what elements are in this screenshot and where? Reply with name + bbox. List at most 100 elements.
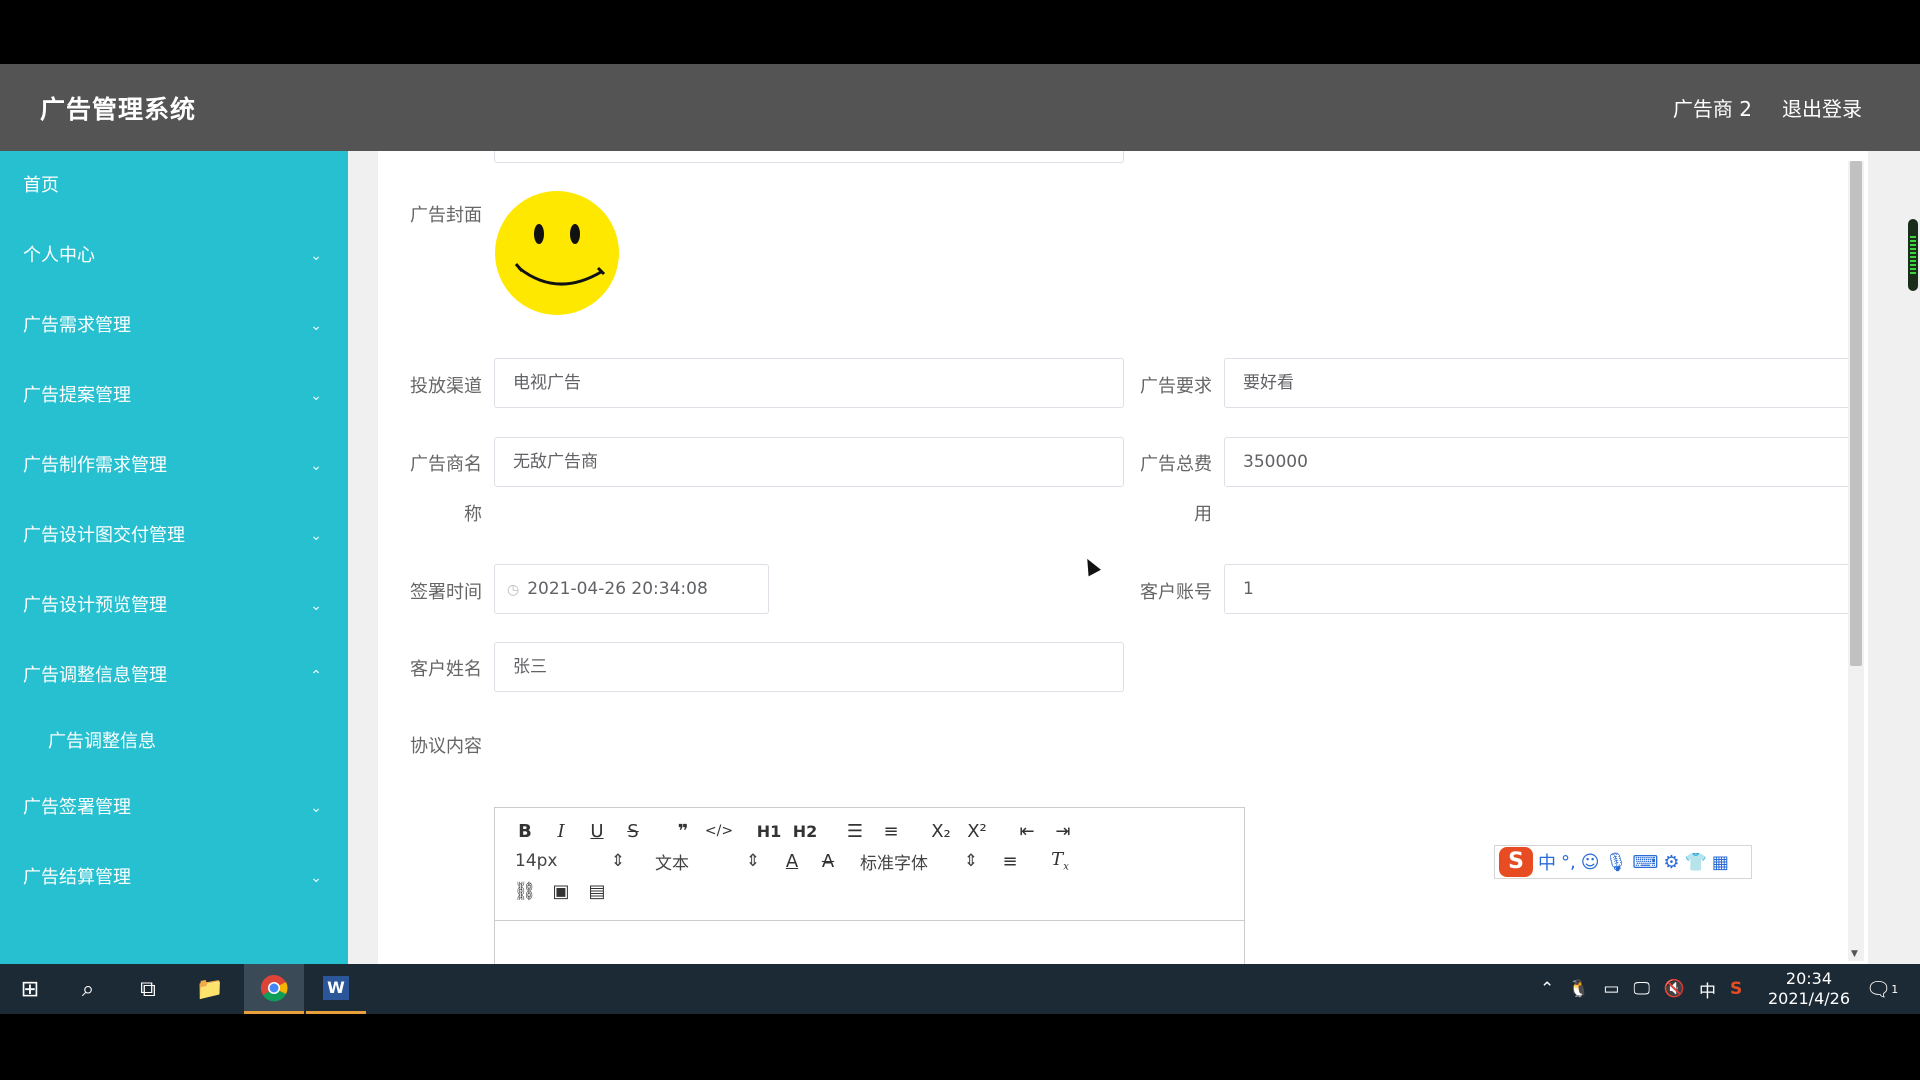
skin-icon[interactable]: 👕 (1684, 852, 1706, 873)
channel-field[interactable]: 电视广告 (494, 358, 1124, 408)
word-icon[interactable]: W (306, 964, 366, 1014)
top-navbar: 广告管理系统 广告商 2 退出登录 (0, 64, 1920, 151)
chevron-down-icon: ⌄ (310, 800, 322, 816)
chevron-down-icon: ⌄ (310, 458, 322, 474)
system-clock[interactable]: 20:34 2021/4/26 (1768, 969, 1850, 1009)
editor-body[interactable] (495, 921, 1244, 964)
ime-toolbar[interactable]: S 中 °, ☺ 🎙 ⌨ ⚙ 👕 ▦ (1494, 845, 1752, 879)
total-fee-label: 广告总费 (1140, 454, 1212, 475)
image-icon[interactable]: ▣ (543, 881, 579, 902)
clock-time: 20:34 (1785, 969, 1833, 988)
sidebar-item-preview[interactable]: 广告设计预览管理 ⌄ (0, 571, 348, 641)
network-icon[interactable]: 🖵 (1633, 979, 1649, 999)
h2-button[interactable]: H2 (787, 822, 823, 841)
qq-icon[interactable]: 🐧 (1568, 979, 1589, 999)
sidebar-item-demand[interactable]: 广告需求管理 ⌄ (0, 291, 348, 361)
subscript-button[interactable]: X₂ (923, 821, 959, 842)
user-area: 广告商 2 退出登录 (1673, 93, 1862, 122)
text-style-select[interactable]: 文本 ⇕ (655, 849, 760, 874)
ime-punctuation[interactable]: °, (1561, 852, 1576, 873)
notification-count: 1 (1891, 982, 1899, 996)
requirement-field[interactable]: 要好看 (1224, 358, 1854, 408)
sidebar-item-production[interactable]: 广告制作需求管理 ⌄ (0, 431, 348, 501)
quote-button[interactable]: ❞ (665, 821, 701, 842)
sidebar-item-delivery[interactable]: 广告设计图交付管理 ⌄ (0, 501, 348, 571)
previous-field-edge (494, 151, 1124, 163)
superscript-button[interactable]: X² (959, 821, 995, 842)
total-fee-field[interactable]: 350000 (1224, 437, 1854, 487)
current-user[interactable]: 广告商 2 (1673, 93, 1752, 122)
advertiser-field[interactable]: 无敌广告商 (494, 437, 1124, 487)
sogou-tray-icon[interactable]: S (1730, 979, 1742, 999)
volume-muted-icon[interactable]: 🔇 (1664, 979, 1685, 999)
channel-label: 投放渠道 (410, 376, 482, 397)
system-tray: ⌃ 🐧 ▭ 🖵 🔇 中 S (1540, 964, 1742, 1014)
search-icon[interactable]: ⌕ (58, 964, 118, 1014)
background-color-icon[interactable]: A (810, 851, 846, 872)
page-scrollbar[interactable]: ▼ (1848, 161, 1864, 961)
keyboard-icon[interactable]: ⌨ (1632, 852, 1658, 873)
outdent-icon[interactable]: ⇤ (1009, 821, 1045, 842)
indent-icon[interactable]: ⇥ (1045, 821, 1081, 842)
sidebar-item-profile[interactable]: 个人中心 ⌄ (0, 221, 348, 291)
client-account-field[interactable]: 1 (1224, 564, 1854, 614)
toolbox-icon[interactable]: ⚙ (1663, 852, 1679, 873)
sidebar-item-settlement[interactable]: 广告结算管理 ⌄ (0, 843, 348, 913)
italic-button[interactable]: I (543, 821, 579, 842)
sogou-logo: S (1499, 847, 1533, 877)
scrollbar-thumb[interactable] (1850, 161, 1862, 666)
battery-icon[interactable]: ▭ (1603, 979, 1619, 999)
ime-mode[interactable]: 中 (1538, 849, 1556, 875)
sidebar-subitem-adjustment-info[interactable]: 广告调整信息 (0, 711, 348, 773)
sign-time-field[interactable]: ◷ 2021-04-26 20:34:08 (494, 564, 769, 614)
chevron-up-icon: ⌃ (310, 668, 322, 684)
advertiser-label: 广告商名 (410, 454, 482, 475)
clock-icon: ◷ (507, 582, 520, 598)
logout-link[interactable]: 退出登录 (1782, 93, 1862, 122)
chevron-up-icon[interactable]: ⌃ (1540, 979, 1554, 999)
sidebar-subitem-label: 广告调整信息 (48, 731, 156, 752)
agreement-label: 协议内容 (410, 736, 482, 757)
client-name-field[interactable]: 张三 (494, 642, 1124, 692)
ordered-list-icon[interactable]: ☰ (837, 821, 873, 842)
rich-text-editor[interactable]: B I U S ❞ </> H1 H2 ☰ ≡ X₂ X² ⇤ ⇥ 14px ⇕… (494, 807, 1245, 964)
strike-button[interactable]: S (615, 821, 651, 842)
font-size-select[interactable]: 14px ⇕ (515, 851, 625, 871)
font-family-select[interactable]: 标准字体 ⇕ (860, 849, 978, 874)
sidebar-item-adjustment[interactable]: 广告调整信息管理 ⌃ (0, 641, 348, 711)
file-explorer-icon[interactable]: 📁 (180, 964, 240, 1014)
sidebar-item-label: 广告设计图交付管理 (23, 525, 185, 546)
task-view-icon[interactable]: ⧉ (118, 964, 178, 1014)
apps-grid-icon[interactable]: ▦ (1712, 852, 1729, 873)
underline-button[interactable]: U (579, 821, 615, 842)
clear-format-icon[interactable]: Tx (1042, 849, 1078, 873)
h1-button[interactable]: H1 (751, 822, 787, 841)
font-size-value: 14px (515, 851, 558, 871)
sidebar-item-label: 广告制作需求管理 (23, 455, 167, 476)
chrome-icon[interactable] (244, 964, 304, 1014)
emoji-icon[interactable]: ☺ (1581, 852, 1600, 873)
total-fee-label-wrap: 用 (1194, 504, 1212, 525)
notification-center-icon[interactable]: 🗨 1 (1852, 964, 1912, 1014)
sidebar-item-home[interactable]: 首页 (0, 151, 348, 221)
code-button[interactable]: </> (701, 823, 737, 839)
sidebar-item-signing[interactable]: 广告签署管理 ⌄ (0, 773, 348, 843)
toolbar-row-styles: 14px ⇕ 文本 ⇕ A A 标准字体 ⇕ ≡ Tx (507, 846, 1232, 876)
font-color-icon[interactable]: A (774, 851, 810, 872)
client-name-label: 客户姓名 (410, 659, 482, 680)
link-icon[interactable]: ⛓ (507, 881, 543, 902)
toolbar-row-formatting: B I U S ❞ </> H1 H2 ☰ ≡ X₂ X² ⇤ ⇥ (507, 816, 1232, 846)
video-icon[interactable]: ▤ (579, 881, 615, 902)
bold-button[interactable]: B (507, 821, 543, 842)
windows-start-icon[interactable]: ⊞ (0, 964, 60, 1014)
input-language[interactable]: 中 (1699, 977, 1716, 1002)
sidebar-item-label: 个人中心 (23, 245, 95, 266)
sidebar-item-proposal[interactable]: 广告提案管理 ⌄ (0, 361, 348, 431)
scroll-down-arrow[interactable]: ▼ (1851, 949, 1858, 959)
clock-date: 2021/4/26 (1767, 989, 1850, 1008)
floating-handle[interactable] (1908, 219, 1918, 291)
sidebar-item-label: 广告设计预览管理 (23, 595, 167, 616)
align-icon[interactable]: ≡ (992, 851, 1028, 872)
microphone-icon[interactable]: 🎙 (1605, 852, 1628, 873)
bullet-list-icon[interactable]: ≡ (873, 821, 909, 842)
